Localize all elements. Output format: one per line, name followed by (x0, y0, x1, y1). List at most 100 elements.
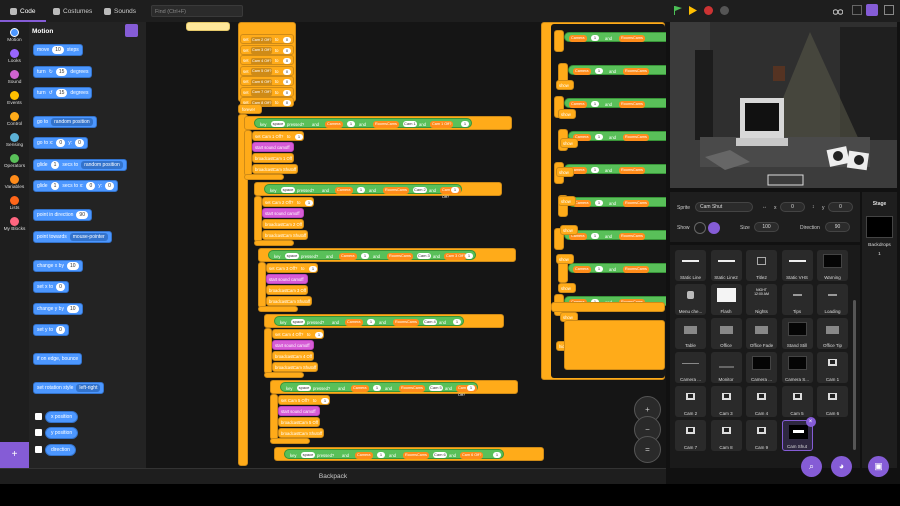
value-input[interactable]: 1 (461, 121, 469, 127)
play-icon[interactable] (688, 6, 697, 15)
block-bounce[interactable]: if on edge, bounce (33, 353, 83, 365)
block-change-y[interactable]: change y by 10 (33, 303, 83, 315)
extension-lock-icon[interactable] (125, 24, 138, 37)
sprite-tile-cam-6[interactable]: Cam 6 (817, 386, 848, 417)
value-input[interactable]: 1 (591, 233, 599, 239)
value-input[interactable]: 1 (453, 319, 461, 325)
value-input[interactable]: Cam 6 (433, 452, 447, 458)
boolean-and-condition[interactable]: Camera1andRoomsCams (564, 164, 666, 174)
sprite-tile-tips[interactable]: Tips (781, 284, 813, 315)
value-input[interactable]: 1 (595, 200, 603, 206)
sprite-tile-cam-5[interactable]: Cam 5 (781, 386, 813, 417)
value-input[interactable]: Cam 4 (423, 319, 437, 325)
variable-reporter[interactable]: RoomsCams (393, 318, 419, 326)
value-input[interactable]: 1 (451, 187, 459, 193)
value-input[interactable]: 1 (373, 385, 381, 391)
block-forever[interactable]: forever (238, 104, 262, 114)
sprite-tile-cam-7[interactable]: Cam 7 (675, 420, 706, 451)
value-input[interactable]: 0 (283, 58, 291, 64)
block-broadcast[interactable]: broadcast Cam Shutoff (266, 296, 312, 306)
value-input[interactable]: Cam 1 (403, 121, 417, 127)
block-set-variable[interactable]: set Cam 4 Off? to 1 (272, 329, 324, 339)
sprite-tile-cam-2[interactable]: Cam 2 (675, 386, 706, 417)
boolean-and-condition[interactable]: key space pressed? and Camera 1 and RoomsCams Ca… (264, 184, 462, 199)
add-sprite-button[interactable]: ◕ (831, 456, 852, 477)
value-input[interactable]: 1 (357, 187, 365, 193)
block-broadcast[interactable]: broadcast Cam Shutoff (252, 164, 298, 174)
block-set-variable[interactable]: set Cam 5 Off? to 1 (278, 395, 330, 405)
variable-reporter[interactable]: RoomsCams (373, 120, 399, 128)
value-input[interactable]: 1 (347, 121, 355, 127)
zoom-reset-button[interactable]: = (634, 436, 661, 463)
sprite-tile-office[interactable]: Office (710, 318, 742, 349)
block-show-hide[interactable]: show (556, 254, 574, 264)
block-broadcast[interactable]: broadcast Cam 4 Off (272, 351, 314, 361)
sprite-tile-office-fade[interactable]: Office Fade (746, 318, 777, 349)
block-set-variable[interactable]: set Cam 6 Off? to 0 (240, 76, 294, 86)
block-turn-left[interactable]: turn ↺ 15 degrees (33, 87, 93, 99)
checkbox-direction[interactable] (35, 446, 42, 453)
normal-stage-icon[interactable] (866, 4, 878, 16)
value-input[interactable]: Cam 3 (417, 253, 431, 259)
block-show-hide[interactable]: show (556, 167, 574, 177)
variable-reporter[interactable]: RoomsCams (619, 34, 645, 42)
value-input[interactable]: 0 (283, 47, 291, 54)
hide-eye-icon[interactable] (708, 222, 720, 234)
sprite-list-scrollbar[interactable] (853, 300, 856, 450)
block-set-variable[interactable]: set Cam 4 Off? to 0 (240, 55, 294, 65)
variable-reporter[interactable]: RoomsCams (623, 265, 649, 273)
block-broadcast[interactable]: broadcast Cam 5 Off (278, 417, 320, 427)
reporter-y-position[interactable]: y position (45, 427, 79, 439)
block-turn-right[interactable]: turn ↻ 15 degrees (33, 66, 93, 78)
value-input[interactable]: 0 (283, 68, 291, 75)
boolean-and-condition[interactable]: key space pressed? and Camera 1 and RoomsCams Ca… (254, 118, 472, 128)
variable-reporter[interactable]: Cam 3 Off? (444, 252, 468, 260)
sprite-tile-loading[interactable]: Loading (817, 284, 848, 315)
block-broadcast[interactable]: broadcast Cam Shutoff (262, 230, 308, 240)
block-set-variable[interactable]: set Cam 3 Off? to 0 (240, 44, 294, 55)
block-broadcast[interactable]: broadcast Cam 2 Off (262, 219, 304, 229)
variable-reporter[interactable]: RoomsCams (403, 451, 429, 459)
reporter-x-position[interactable]: x position (45, 411, 79, 423)
find-input[interactable]: Find (Ctrl+F) (151, 5, 243, 17)
sprite-tile-office-tip[interactable]: Office Tip (817, 318, 848, 349)
variable-reporter[interactable]: RoomsCams (619, 100, 645, 108)
variable-reporter[interactable]: Camera (573, 67, 591, 75)
key-dropdown[interactable]: space (291, 319, 305, 325)
block-set-variable[interactable]: set Cam 5 Off? to 0 (240, 65, 294, 76)
variable-reporter[interactable]: RoomsCams (387, 252, 413, 260)
key-dropdown[interactable]: space (271, 121, 285, 127)
variable-reporter[interactable]: RoomsCams (623, 133, 649, 141)
value-input[interactable]: 1 (595, 68, 603, 74)
sprite-tile-table[interactable]: Table (675, 318, 706, 349)
value-input[interactable]: 0 (283, 37, 291, 43)
direction-input[interactable]: 90 (825, 222, 850, 232)
block-start-sound[interactable]: start sound camoff (266, 274, 308, 284)
category-events[interactable]: Events (0, 91, 29, 106)
sprite-tile-static-vhs[interactable]: Static VHS (781, 250, 813, 281)
variable-reporter[interactable]: RoomsCams (623, 199, 649, 207)
value-input[interactable]: 1 (591, 167, 599, 173)
block-point-towards[interactable]: point towards mouse-pointer (33, 231, 112, 243)
block-show-hide[interactable]: show (558, 109, 576, 119)
sprite-tile-cam-3[interactable]: Cam 3 (710, 386, 742, 417)
block-move-steps[interactable]: move 10 steps (33, 44, 83, 56)
block-set-variable[interactable]: set Cam 3 Off? to 1 (266, 263, 318, 273)
value-input[interactable]: Cam 5 (429, 385, 443, 391)
variable-reporter[interactable]: RoomsCams (383, 186, 409, 194)
variable-reporter[interactable]: Camera (355, 451, 373, 459)
tab-costumes[interactable]: Costumes (53, 4, 92, 19)
block-glide[interactable]: glide 1 secs to random position (33, 159, 127, 171)
block-show-hide[interactable]: show (560, 138, 578, 148)
value-input[interactable]: 1 (321, 398, 329, 404)
sprite-tile-cam-1[interactable]: Cam 1 (817, 352, 848, 383)
sprite-tile-camera-s[interactable]: Camera S... (781, 352, 813, 383)
category-lists[interactable]: Lists (0, 196, 29, 211)
variable-reporter[interactable]: Camera (351, 384, 369, 392)
green-flag-icon[interactable] (673, 6, 682, 15)
sprite-tile-cam-shut[interactable]: Cam Shut × (781, 417, 816, 451)
value-input[interactable]: 1 (493, 452, 501, 458)
block-broadcast[interactable]: broadcast Cam 3 Off (266, 285, 308, 295)
block-show-hide[interactable]: show (558, 196, 576, 206)
sprite-tile-static-line2[interactable]: Static Line2 (710, 250, 742, 281)
